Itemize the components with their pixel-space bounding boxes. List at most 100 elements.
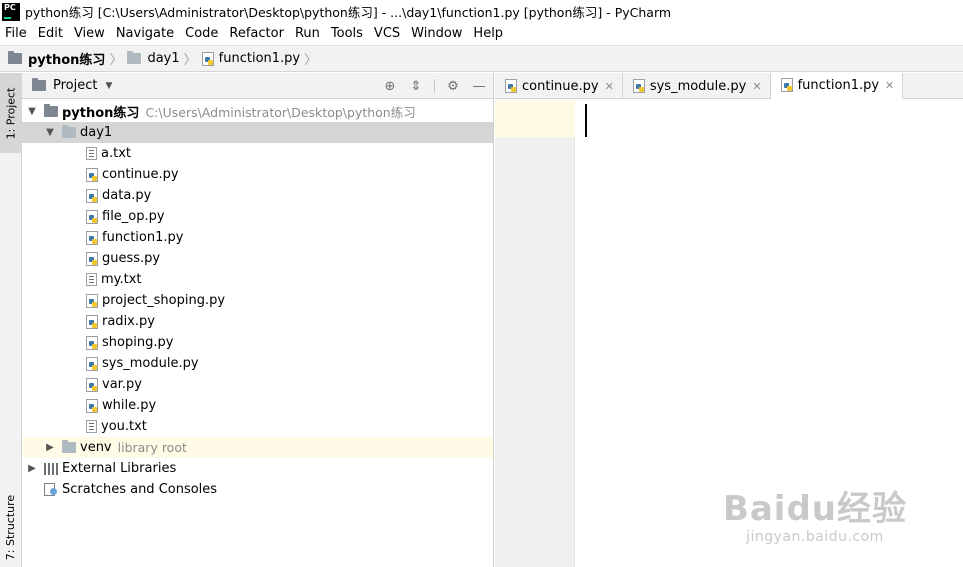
breadcrumb: python练习 〉 day1 〉 function1.py 〉	[0, 45, 963, 72]
tree-file-label: radix.py	[102, 314, 155, 329]
tree-folder-venv-label: venv	[80, 440, 112, 455]
project-panel: Project ▼ ⊕ ⇕ ⚙ — ▼ python练习 C:\Users\Ad…	[22, 73, 494, 567]
menu-bar: File Edit View Navigate Code Refactor Ru…	[0, 23, 963, 44]
menu-code[interactable]: Code	[180, 23, 224, 44]
breadcrumb-folder[interactable]: day1	[127, 51, 180, 66]
chevron-down-icon[interactable]: ▼	[44, 127, 56, 138]
tree-file-continue-py[interactable]: continue.py	[22, 164, 493, 185]
menu-refactor[interactable]: Refactor	[224, 23, 290, 44]
tab-function1-py[interactable]: function1.py ✕	[770, 73, 904, 100]
tree-file-sys-module-py[interactable]: sys_module.py	[22, 353, 493, 374]
tree-file-a-txt[interactable]: a.txt	[22, 143, 493, 164]
title-bar: PC python练习 [C:\Users\Administrator\Desk…	[0, 0, 963, 23]
locate-file-icon[interactable]: ⊕	[382, 78, 398, 94]
tree-file-label: project_shoping.py	[102, 293, 226, 308]
folder-icon	[62, 440, 76, 453]
menu-help[interactable]: Help	[468, 23, 509, 44]
chevron-right-icon: 〉	[304, 53, 318, 68]
tree-file-shoping-py[interactable]: shoping.py	[22, 332, 493, 353]
tree-folder-day1[interactable]: ▼ day1	[22, 122, 493, 143]
tree-file-label: you.txt	[101, 419, 147, 434]
tree-folder-venv[interactable]: ▶ venv library root	[22, 437, 493, 458]
breadcrumb-project-label: python练习	[28, 53, 106, 68]
python-file-icon	[86, 167, 98, 182]
text-caret	[585, 104, 587, 137]
tree-file-var-py[interactable]: var.py	[22, 374, 493, 395]
tree-file-radix-py[interactable]: radix.py	[22, 311, 493, 332]
scratches-icon	[44, 483, 58, 496]
menu-navigate[interactable]: Navigate	[111, 23, 180, 44]
tree-scratches[interactable]: Scratches and Consoles	[22, 479, 493, 500]
project-view-selector[interactable]: Project ▼	[32, 78, 112, 93]
python-file-icon	[86, 209, 98, 224]
close-icon[interactable]: ✕	[605, 80, 614, 93]
tab-sys-module-py[interactable]: sys_module.py ✕	[623, 73, 771, 99]
project-tool-tab[interactable]: 1: Project	[0, 73, 21, 153]
close-icon[interactable]: ✕	[752, 80, 761, 93]
menu-run[interactable]: Run	[290, 23, 326, 44]
tree-root-label: python练习	[62, 106, 140, 121]
toolbar-divider	[434, 79, 435, 93]
menu-view[interactable]: View	[69, 23, 111, 44]
tree-root-row[interactable]: ▼ python练习 C:\Users\Administrator\Deskto…	[22, 101, 493, 122]
python-file-icon	[86, 377, 98, 392]
collapse-all-icon[interactable]: ⇕	[408, 78, 424, 94]
gear-icon[interactable]: ⚙	[445, 78, 461, 94]
structure-tool-tab[interactable]: 7: Structure	[0, 487, 21, 567]
tab-label: sys_module.py	[649, 78, 747, 94]
txt-file-icon	[86, 273, 97, 286]
editor-tab-bar: continue.py ✕ sys_module.py ✕ function1.…	[495, 73, 963, 100]
menu-window[interactable]: Window	[406, 23, 468, 44]
close-icon[interactable]: ✕	[885, 79, 894, 92]
tree-file-you-txt[interactable]: you.txt	[22, 416, 493, 437]
folder-icon	[44, 104, 58, 117]
python-file-icon	[505, 79, 517, 93]
chevron-right-icon[interactable]: ▶	[26, 463, 38, 474]
folder-icon	[32, 78, 46, 91]
menu-tools[interactable]: Tools	[326, 23, 369, 44]
tab-continue-py[interactable]: continue.py ✕	[495, 73, 623, 99]
tree-file-guess-py[interactable]: guess.py	[22, 248, 493, 269]
menu-edit[interactable]: Edit	[33, 23, 69, 44]
tree-file-label: var.py	[102, 377, 142, 392]
tree-file-label: guess.py	[102, 251, 161, 266]
tab-label: function1.py	[797, 77, 880, 93]
hide-panel-icon[interactable]: —	[471, 78, 487, 94]
tree-external-libraries-label: External Libraries	[62, 461, 177, 476]
menu-vcs[interactable]: VCS	[369, 23, 406, 44]
python-file-icon	[86, 398, 98, 413]
tree-folder-venv-note: library root	[117, 440, 187, 455]
editor-gutter[interactable]	[495, 100, 575, 567]
tree-file-label: shoping.py	[102, 335, 174, 350]
python-file-icon	[86, 230, 98, 245]
tree-file-data-py[interactable]: data.py	[22, 185, 493, 206]
library-icon	[44, 462, 58, 475]
tree-external-libraries[interactable]: ▶ External Libraries	[22, 458, 493, 479]
python-file-icon	[201, 51, 214, 66]
tree-file-label: continue.py	[102, 167, 179, 182]
tree-file-label: my.txt	[101, 272, 142, 287]
python-file-icon	[780, 78, 793, 92]
breadcrumb-file-label: function1.py	[218, 51, 301, 66]
tree-file-label: file_op.py	[102, 209, 165, 224]
tree-root-path: C:\Users\Administrator\Desktop\python练习	[145, 105, 416, 120]
tree-file-file-op-py[interactable]: file_op.py	[22, 206, 493, 227]
left-tool-strip: 1: Project 7: Structure	[0, 73, 22, 567]
project-panel-toolbar: ⊕ ⇕ ⚙ —	[382, 73, 487, 99]
chevron-right-icon[interactable]: ▶	[44, 442, 56, 453]
breadcrumb-file[interactable]: function1.py	[201, 51, 301, 66]
tree-file-label: a.txt	[101, 146, 131, 161]
tree-file-my-txt[interactable]: my.txt	[22, 269, 493, 290]
python-file-icon	[86, 251, 98, 266]
tree-file-function1-py[interactable]: function1.py	[22, 227, 493, 248]
window-title: python练习 [C:\Users\Administrator\Desktop…	[25, 5, 672, 20]
menu-file[interactable]: File	[0, 23, 33, 44]
tree-file-project-shoping-py[interactable]: project_shoping.py	[22, 290, 493, 311]
tree-scratches-label: Scratches and Consoles	[62, 482, 218, 497]
tree-file-while-py[interactable]: while.py	[22, 395, 493, 416]
chevron-down-icon: ▼	[105, 80, 113, 91]
project-tool-tab-label: 1: Project	[4, 87, 17, 139]
breadcrumb-project[interactable]: python练习	[8, 49, 105, 68]
chevron-down-icon[interactable]: ▼	[26, 106, 38, 117]
txt-file-icon	[86, 420, 97, 433]
